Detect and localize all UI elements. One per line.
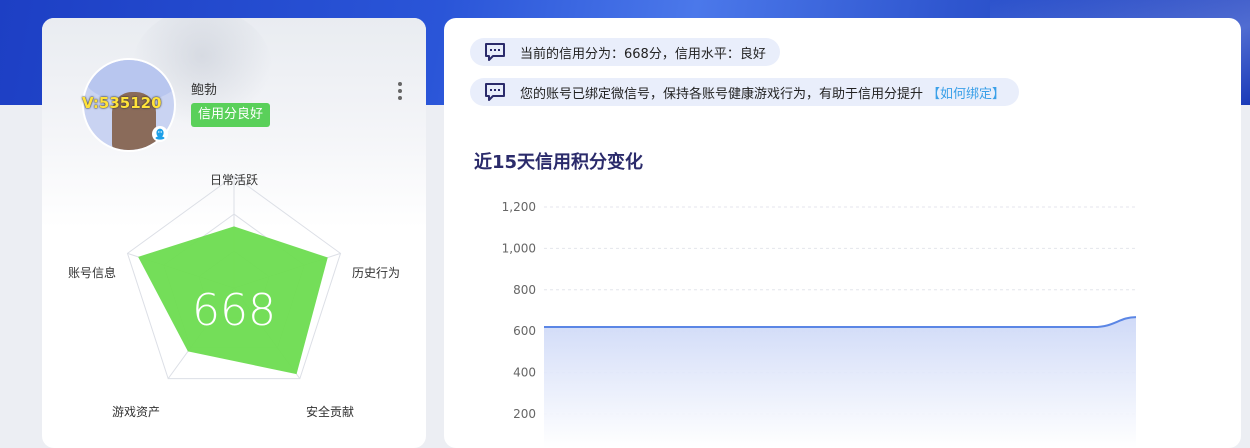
radar-axis-label-history: 历史行为 <box>352 266 400 280</box>
credit-trend-chart: 1,200 1,000 800 600 400 200 <box>444 188 1241 448</box>
y-tick-label: 200 <box>513 407 536 421</box>
y-tick-label: 400 <box>513 366 536 380</box>
notice-text: 您的账号已绑定微信号，保持各账号健康游戏行为，有助于信用分提升 <box>520 83 923 102</box>
y-axis-ticks: 1,200 1,000 800 600 400 200 <box>502 200 536 421</box>
status-badge: 信用分良好 <box>191 103 270 127</box>
radar-axis-label-assets: 游戏资产 <box>112 405 160 419</box>
message-icon <box>484 82 506 102</box>
notice-item: 当前的信用分为：668分，信用水平：良好 <box>470 38 780 66</box>
credit-score: 668 <box>192 285 276 336</box>
data-points <box>544 317 1136 327</box>
qq-icon <box>152 126 168 142</box>
y-tick-label: 800 <box>513 283 536 297</box>
radar-axis-label-account: 账号信息 <box>68 265 116 280</box>
area-fill <box>544 317 1136 448</box>
series-line <box>544 317 1136 327</box>
y-tick-label: 1,000 <box>502 241 536 255</box>
more-options-icon[interactable] <box>394 80 406 102</box>
notice-scroll-mask <box>444 116 1241 128</box>
profile-card: V:535120 鲍勃 信用分良好 668 日常活跃 历史行为 安全贡献 游戏资… <box>42 18 426 448</box>
notice-item: 您的账号已绑定微信号，保持各账号健康游戏行为，有助于信用分提升 【如何绑定】 <box>470 78 1019 106</box>
how-to-bind-link[interactable]: 【如何绑定】 <box>927 83 1005 102</box>
y-tick-label: 1,200 <box>502 200 536 214</box>
credit-radar-chart: 668 日常活跃 历史行为 安全贡献 游戏资产 账号信息 <box>42 168 426 448</box>
notice-list: 当前的信用分为：668分，信用水平：良好 您的账号已绑定微信号，保持各账号健康游… <box>470 38 1210 128</box>
radar-axis-label-daily-activity: 日常活跃 <box>210 173 258 187</box>
radar-axis-label-security: 安全贡献 <box>306 404 354 419</box>
user-name: 鲍勃 <box>191 79 217 98</box>
credit-detail-card: 当前的信用分为：668分，信用水平：良好 您的账号已绑定微信号，保持各账号健康游… <box>444 18 1241 448</box>
message-icon <box>484 42 506 62</box>
y-tick-label: 600 <box>513 324 536 338</box>
vip-number: V:535120 <box>82 94 182 112</box>
chart-title: 近15天信用积分变化 <box>474 148 643 174</box>
notice-text: 当前的信用分为：668分，信用水平：良好 <box>520 43 766 62</box>
